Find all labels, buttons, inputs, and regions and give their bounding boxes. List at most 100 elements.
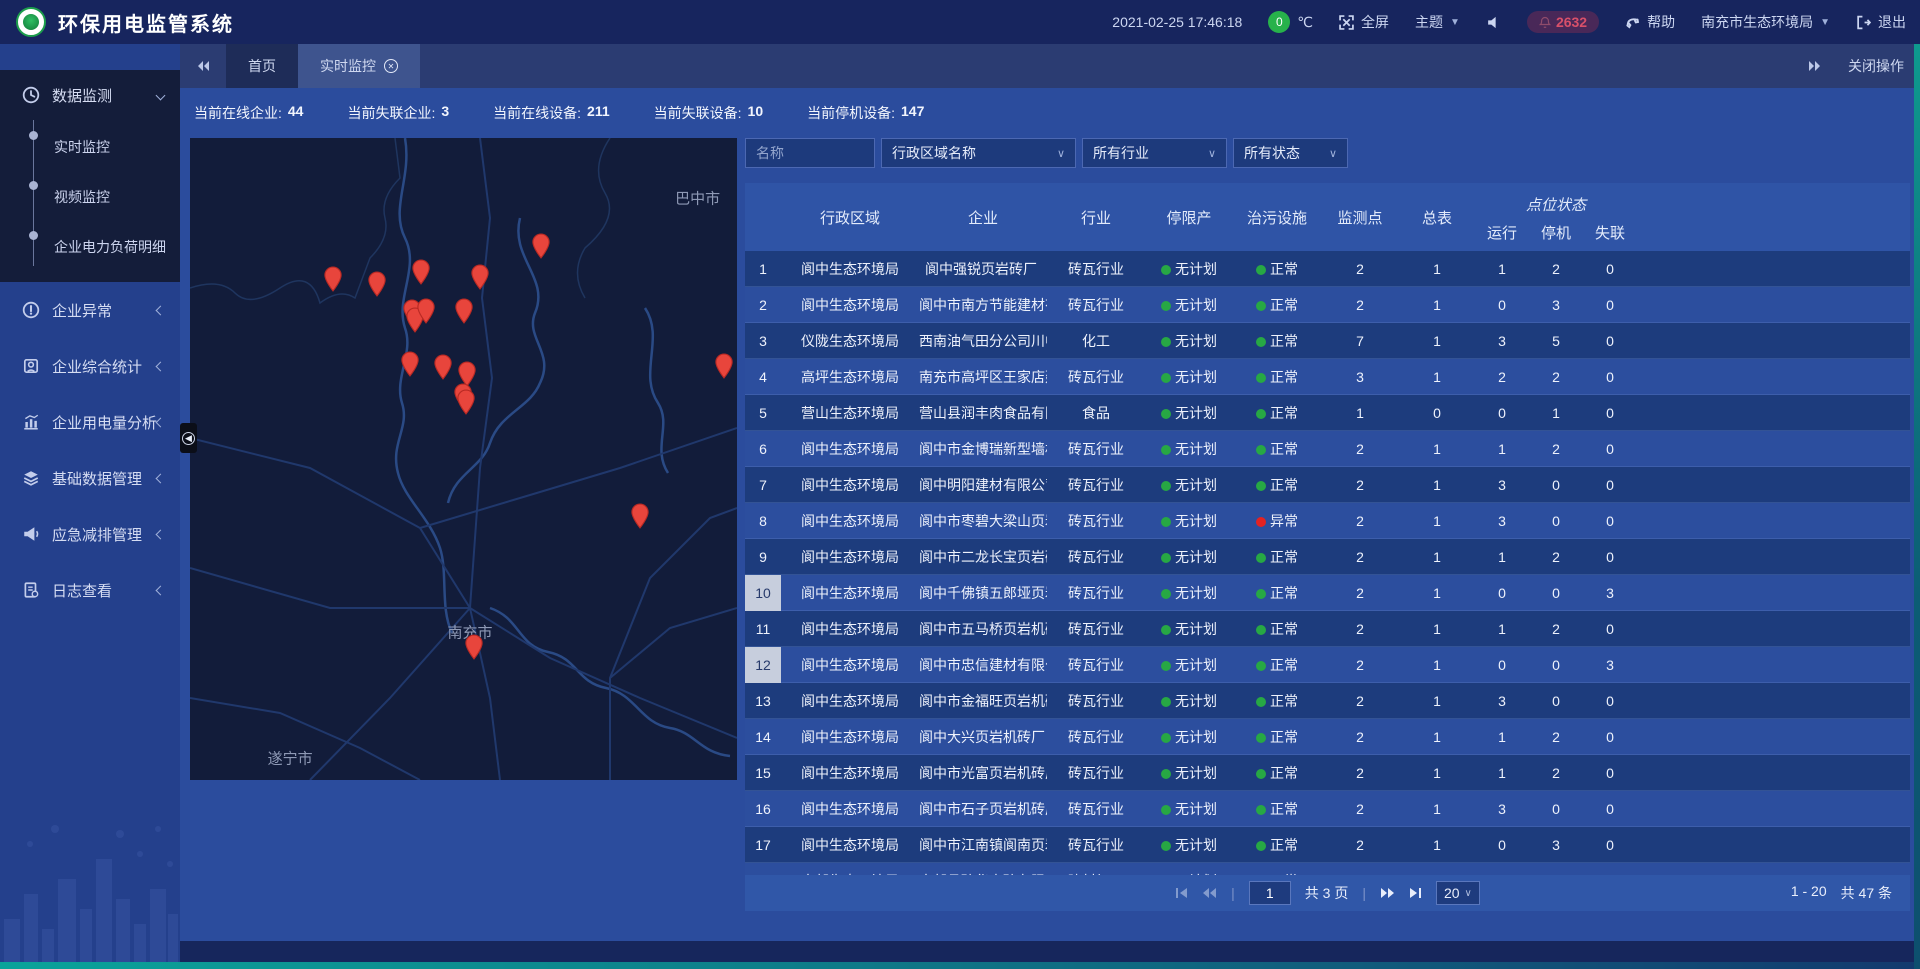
last-page-button[interactable] — [1409, 887, 1422, 899]
next-page-button[interactable] — [1380, 887, 1395, 899]
row-meter-count: 1 — [1399, 765, 1475, 781]
stat-item: 当前失联设备:10 — [654, 103, 763, 123]
prev-page-button[interactable] — [1202, 887, 1217, 899]
map-pin-icon[interactable] — [630, 502, 651, 529]
double-right-arrow-icon[interactable] — [1808, 60, 1822, 72]
table-row[interactable]: 10阆中生态环境局阆中千佛镇五郎垭页岩砖瓦行业无计划正常21003 — [745, 575, 1910, 611]
row-index: 18 — [745, 863, 781, 875]
table-row[interactable]: 7阆中生态环境局阆中明阳建材有限公司砖瓦行业无计划正常21300 — [745, 467, 1910, 503]
first-page-button[interactable] — [1175, 887, 1188, 899]
close-operations-menu[interactable]: 关闭操作 — [1848, 56, 1904, 76]
fullscreen-icon — [1339, 15, 1354, 30]
row-stop-count: 2 — [1529, 549, 1583, 565]
scrollbar-strip[interactable] — [1914, 44, 1920, 969]
tabs-scroll-left-button[interactable] — [180, 44, 226, 88]
industry-select[interactable]: 所有行业∨ — [1082, 138, 1227, 168]
sidebar-item-基础数据管理[interactable]: 基础数据管理 — [0, 450, 180, 506]
map-pin-icon[interactable] — [322, 265, 343, 292]
table-row[interactable]: 18南部生态环境局南部县砖华土砖有限公建材加工无计划正常60060 — [745, 863, 1910, 875]
row-monitor-count: 2 — [1321, 621, 1399, 637]
sidebar-subitem-视频监控[interactable]: 视频监控 — [0, 172, 180, 222]
row-company: 阆中市金福旺页岩机砖 — [919, 691, 1047, 711]
row-lost-count: 0 — [1583, 477, 1637, 493]
alert-icon — [22, 301, 40, 319]
sidebar-item-应急减排管理[interactable]: 应急减排管理 — [0, 506, 180, 562]
sidebar-item-数据监测[interactable]: 数据监测 — [0, 70, 180, 120]
row-index: 6 — [745, 431, 781, 467]
sidebar-item-企业用电量分析[interactable]: 企业用电量分析 — [0, 394, 180, 450]
help-button[interactable]: 帮助 — [1625, 12, 1675, 32]
row-meter-count: 1 — [1399, 729, 1475, 745]
row-stop-count: 2 — [1529, 765, 1583, 781]
row-monitor-count: 3 — [1321, 369, 1399, 385]
table-row[interactable]: 12阆中生态环境局阆中市忠信建材有限公砖瓦行业无计划正常21003 — [745, 647, 1910, 683]
sidebar-item-企业综合统计[interactable]: 企业综合统计 — [0, 338, 180, 394]
fullscreen-button[interactable]: 全屏 — [1339, 12, 1389, 32]
map-pin-icon[interactable] — [531, 232, 552, 259]
map-city-label: 遂宁市 — [268, 748, 313, 769]
tab-首页[interactable]: 首页 — [226, 44, 298, 88]
map-pin-icon[interactable] — [415, 297, 436, 324]
enterprise-panel: 行政区域名称∨ 所有行业∨ 所有状态∨ 行政区域 企业 行业 停限产 治污设施 … — [745, 138, 1910, 913]
logout-button[interactable]: 退出 — [1856, 12, 1906, 32]
row-facility-status: 正常 — [1233, 259, 1321, 279]
table-row[interactable]: 6阆中生态环境局阆中市金博瑞新型墙材砖瓦行业无计划正常21120 — [745, 431, 1910, 467]
table-row[interactable]: 1阆中生态环境局阆中强锐页岩砖厂砖瓦行业无计划正常21120 — [745, 251, 1910, 287]
notification-badge[interactable]: 2632 — [1527, 11, 1599, 33]
row-meter-count: 1 — [1399, 693, 1475, 709]
row-company: 阆中大兴页岩机砖厂 — [919, 727, 1047, 747]
app-logo — [16, 7, 46, 37]
sidebar-subitem-企业电力负荷明细[interactable]: 企业电力负荷明细 — [0, 222, 180, 272]
row-index: 12 — [745, 647, 781, 683]
table-body: 1阆中生态环境局阆中强锐页岩砖厂砖瓦行业无计划正常211202阆中生态环境局阆中… — [745, 251, 1910, 875]
map-pin-icon[interactable] — [410, 258, 431, 285]
sidebar-item-日志查看[interactable]: 日志查看 — [0, 562, 180, 618]
map-pin-icon[interactable] — [399, 350, 420, 377]
map-pin-icon[interactable] — [456, 388, 477, 415]
table-row[interactable]: 14阆中生态环境局阆中大兴页岩机砖厂砖瓦行业无计划正常21120 — [745, 719, 1910, 755]
table-row[interactable]: 9阆中生态环境局阆中市二龙长宝页岩砖砖瓦行业无计划正常21120 — [745, 539, 1910, 575]
page-number-input[interactable]: 1 — [1249, 881, 1291, 905]
map-pin-icon[interactable] — [454, 297, 475, 324]
table-row[interactable]: 17阆中生态环境局阆中市江南镇阆南页岩砖瓦行业无计划正常21030 — [745, 827, 1910, 863]
page-size-select[interactable]: 20∨ — [1436, 881, 1480, 905]
row-region: 阆中生态环境局 — [781, 619, 919, 639]
table-row[interactable]: 16阆中生态环境局阆中市石子页岩机砖厂砖瓦行业无计划正常21300 — [745, 791, 1910, 827]
region-select[interactable]: 行政区域名称∨ — [881, 138, 1076, 168]
name-search-input[interactable] — [745, 138, 875, 168]
table-row[interactable]: 15阆中生态环境局阆中市光富页岩机砖厂砖瓦行业无计划正常21120 — [745, 755, 1910, 791]
map-pin-icon[interactable] — [469, 263, 490, 290]
close-icon[interactable]: ✕ — [384, 59, 398, 73]
table-row[interactable]: 5营山生态环境局营山县润丰肉食品有限食品无计划正常10010 — [745, 395, 1910, 431]
row-industry: 砖瓦行业 — [1047, 655, 1145, 675]
map[interactable]: 巴中市南充市遂宁市 — [190, 138, 737, 780]
stats-icon — [22, 357, 40, 375]
theme-menu[interactable]: 主题▼ — [1415, 12, 1460, 32]
status-select[interactable]: 所有状态∨ — [1233, 138, 1348, 168]
table-row[interactable]: 8阆中生态环境局阆中市枣碧大梁山页岩砖瓦行业无计划异常21300 — [745, 503, 1910, 539]
map-pin-icon[interactable] — [367, 270, 388, 297]
map-pin-icon[interactable] — [463, 633, 484, 660]
stat-value: 147 — [901, 103, 924, 123]
map-collapse-button[interactable]: ◀ — [180, 423, 197, 453]
row-limit-status: 无计划 — [1145, 655, 1233, 675]
row-meter-count: 1 — [1399, 657, 1475, 673]
table-row[interactable]: 2阆中生态环境局阆中市南方节能建材有砖瓦行业无计划正常21030 — [745, 287, 1910, 323]
tab-实时监控[interactable]: 实时监控✕ — [298, 44, 420, 88]
row-facility-status: 正常 — [1233, 331, 1321, 351]
table-row[interactable]: 3仪陇生态环境局西南油气田分公司川中化工无计划正常71350 — [745, 323, 1910, 359]
table-row[interactable]: 4高坪生态环境局南充市高坪区王家店建砖瓦行业无计划正常31220 — [745, 359, 1910, 395]
stat-value: 211 — [587, 103, 610, 123]
map-pin-icon[interactable] — [713, 352, 734, 379]
chevron-left-icon — [156, 417, 166, 427]
table-row[interactable]: 13阆中生态环境局阆中市金福旺页岩机砖砖瓦行业无计划正常21300 — [745, 683, 1910, 719]
status-dot-icon — [1256, 301, 1266, 311]
org-menu[interactable]: 南充市生态环境局▼ — [1701, 12, 1830, 32]
row-limit-status: 无计划 — [1145, 691, 1233, 711]
table-row[interactable]: 11阆中生态环境局阆中市五马桥页岩机砖砖瓦行业无计划正常21120 — [745, 611, 1910, 647]
mute-button[interactable] — [1486, 15, 1501, 30]
sidebar-item-企业异常[interactable]: 企业异常 — [0, 282, 180, 338]
status-dot-icon — [1161, 805, 1171, 815]
sidebar-subitem-实时监控[interactable]: 实时监控 — [0, 122, 180, 172]
map-pin-icon[interactable] — [433, 353, 454, 380]
